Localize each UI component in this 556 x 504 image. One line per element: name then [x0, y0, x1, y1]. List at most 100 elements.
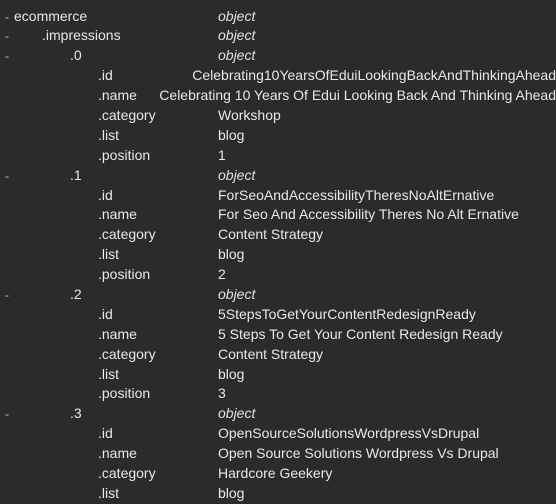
key-2: .2: [70, 286, 82, 302]
tree-row[interactable]: - .impressions object: [0, 26, 556, 46]
tree-row[interactable]: - .1 object: [0, 165, 556, 185]
value-cell: 3: [218, 384, 226, 403]
value-label: Hardcore Geekery: [218, 465, 332, 481]
key-cell: .category: [98, 464, 218, 483]
tree-row: .categoryHardcore Geekery: [0, 463, 556, 483]
key-cell: .name: [98, 205, 218, 224]
value-label: 3: [218, 385, 226, 401]
key-name: .name: [98, 87, 137, 103]
value-cell: object: [218, 285, 255, 304]
type-label: object: [218, 47, 255, 63]
key-cell: .position: [98, 265, 218, 284]
value-cell: Content Strategy: [218, 345, 323, 364]
tree-row[interactable]: -ecommerce object: [0, 6, 556, 26]
key-cell: .position: [98, 146, 218, 165]
value-cell: object: [218, 7, 255, 26]
value-label: ForSeoAndAccessibilityTheresNoAltErnativ…: [218, 187, 494, 203]
value-label: Celebrating 10 Years Of Edui Looking Bac…: [159, 87, 556, 103]
key-list: .list: [98, 246, 119, 262]
collapse-icon[interactable]: -: [0, 48, 14, 64]
value-label: blog: [218, 485, 244, 501]
key-name: .name: [98, 206, 137, 222]
tree-row[interactable]: -.0object: [0, 46, 556, 66]
key-list: .list: [98, 127, 119, 143]
value-cell: 2: [218, 265, 226, 284]
key-cell: .3: [70, 404, 218, 423]
value-cell: OpenSourceSolutionsWordpressVsDrupal: [218, 424, 479, 443]
tree-row: .nameFor Seo And Accessibility Theres No…: [0, 205, 556, 225]
tree-row: .list blog: [0, 245, 556, 265]
key-cell: .id: [98, 424, 218, 443]
key-cell: .list: [98, 484, 218, 503]
tree-row: .categoryContent Strategy: [0, 225, 556, 245]
collapse-icon[interactable]: -: [0, 406, 14, 422]
key-cell: .name: [98, 325, 218, 344]
key-cell: .list: [98, 126, 218, 145]
key-cell: .category: [98, 225, 218, 244]
key-id: .id: [98, 306, 113, 322]
key-cell: .id: [98, 305, 218, 324]
key-3: .3: [70, 405, 82, 421]
key-1: .1: [70, 167, 82, 183]
key-cell: .id: [98, 66, 192, 85]
tree-row: .name 5 Steps To Get Your Content Redesig…: [0, 324, 556, 344]
value-cell: Celebrating10YearsOfEduiLookingBackAndTh…: [192, 66, 556, 85]
tree-row: .categoryContent Strategy: [0, 344, 556, 364]
value-cell: ForSeoAndAccessibilityTheresNoAltErnativ…: [218, 186, 494, 205]
key-cell: .1: [70, 166, 218, 185]
tree-row: .list blog: [0, 364, 556, 384]
tree-row[interactable]: - .3 object: [0, 404, 556, 424]
key-list: .list: [98, 485, 119, 501]
value-cell: 1: [218, 146, 226, 165]
value-cell: blog: [218, 365, 244, 384]
value-label: Content Strategy: [218, 226, 323, 242]
collapse-icon[interactable]: -: [0, 28, 14, 44]
tree-row: .list blog: [0, 483, 556, 503]
value-label: Workshop: [218, 107, 281, 123]
key-id: .id: [98, 187, 113, 203]
value-label: Content Strategy: [218, 346, 323, 362]
key-position: .position: [98, 385, 150, 401]
type-label: object: [218, 27, 255, 43]
type-label: object: [218, 8, 255, 24]
key-impressions: .impressions: [42, 27, 121, 43]
tree-row: .id 5StepsToGetYourContentRedesignReady: [0, 304, 556, 324]
value-cell: blog: [218, 245, 244, 264]
collapse-icon[interactable]: -: [0, 9, 14, 25]
key-list: .list: [98, 366, 119, 382]
key-name: .name: [98, 445, 137, 461]
value-cell: 5 Steps To Get Your Content Redesign Rea…: [218, 325, 503, 344]
key-cell: .list: [98, 245, 218, 264]
key-cell: .impressions: [42, 26, 218, 45]
value-cell: Open Source Solutions Wordpress Vs Drupa…: [218, 444, 499, 463]
key-id: .id: [98, 425, 113, 441]
value-label: blog: [218, 127, 244, 143]
value-label: OpenSourceSolutionsWordpressVsDrupal: [218, 425, 479, 441]
key-cell: .category: [98, 345, 218, 364]
tree-row: .idCelebrating10YearsOfEduiLookingBackAn…: [0, 66, 556, 86]
value-cell: object: [218, 46, 255, 65]
key-name: .name: [98, 326, 137, 342]
collapse-icon[interactable]: -: [0, 287, 14, 303]
key-cell: .id: [98, 186, 218, 205]
value-label: Celebrating10YearsOfEduiLookingBackAndTh…: [192, 67, 556, 83]
key-position: .position: [98, 266, 150, 282]
collapse-icon[interactable]: -: [0, 168, 14, 184]
type-label: object: [218, 405, 255, 421]
key-cell: ecommerce: [14, 7, 218, 26]
value-label: 5StepsToGetYourContentRedesignReady: [218, 306, 476, 322]
value-cell: object: [218, 166, 255, 185]
key-ecommerce: ecommerce: [14, 8, 87, 24]
key-cell: .name: [98, 86, 159, 105]
key-cell: .list: [98, 365, 218, 384]
datalayer-tree: -ecommerceobject-.impressionsobject-.0ob…: [0, 0, 556, 504]
value-label: 1: [218, 147, 226, 163]
type-label: object: [218, 286, 255, 302]
value-cell: 5StepsToGetYourContentRedesignReady: [218, 305, 476, 324]
tree-row: .position1: [0, 145, 556, 165]
tree-row: .id OpenSourceSolutionsWordpressVsDrupal: [0, 424, 556, 444]
value-label: Open Source Solutions Wordpress Vs Drupa…: [218, 445, 499, 461]
value-cell: Celebrating 10 Years Of Edui Looking Bac…: [159, 86, 556, 105]
tree-row: .position 2: [0, 265, 556, 285]
tree-row[interactable]: - .2 object: [0, 284, 556, 304]
